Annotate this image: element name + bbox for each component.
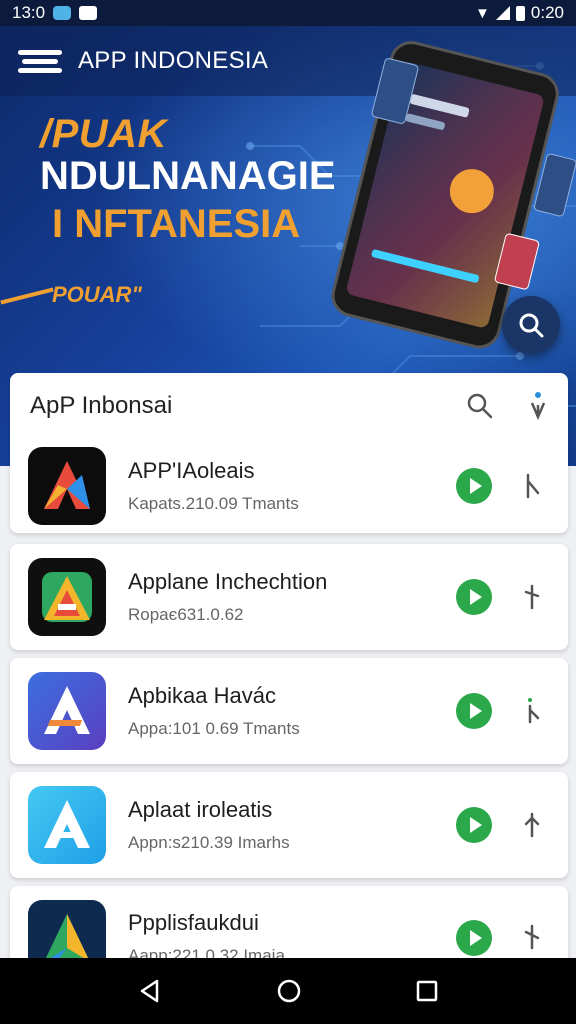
search-icon[interactable] [466, 392, 494, 420]
battery-icon [515, 5, 525, 21]
app-icon [28, 786, 106, 864]
list-title: ApP Inbonsai [30, 392, 173, 419]
system-nav-bar [0, 958, 576, 1024]
list-item[interactable]: Apbikaa Havác Appa:101 0.69 Tmants [10, 658, 568, 764]
app-name: Apbikaa Havác [128, 683, 276, 708]
notification-icon-2 [79, 6, 98, 20]
app-name: APP'IAoleais [128, 458, 255, 483]
search-fab-button[interactable] [502, 296, 560, 354]
play-button[interactable] [456, 693, 492, 729]
play-button[interactable] [456, 920, 492, 956]
status-time-left: 13:0 [12, 3, 46, 22]
more-options-icon[interactable] [522, 582, 542, 612]
list-item[interactable]: Ppplisfaukdui Aapp:221 0.32 Imaia [10, 886, 568, 966]
recents-icon[interactable] [415, 979, 439, 1003]
app-meta: Kapats.210.09 Tmants [128, 494, 299, 513]
hero-line-3: I NFTANESIA [52, 202, 301, 246]
app-list-card: ApP Inbonsai APP'IAoleais Kapats.210.09 … [10, 373, 568, 533]
app-title: APP INDONESIA [78, 47, 269, 74]
search-icon [519, 313, 544, 338]
hero-line-2: NDULNANAGIE [40, 154, 336, 198]
status-bar: 13:0 ▼ 0:20 [0, 0, 576, 26]
app-name: Ppplisfaukdui [128, 910, 259, 935]
list-item-card[interactable]: Apbikaa Havác Appa:101 0.69 Tmants [10, 658, 568, 764]
list-item-card[interactable]: Applane Inchechtion Ropaє631.0.62 [10, 544, 568, 650]
back-icon[interactable] [137, 978, 163, 1004]
status-time-right: 0:20 [530, 3, 564, 22]
app-icon [28, 900, 106, 966]
notification-icon [53, 6, 72, 20]
list-item-card[interactable]: Ppplisfaukdui Aapp:221 0.32 Imaia [10, 886, 568, 966]
more-options-icon[interactable] [522, 922, 542, 952]
app-meta: Appn:s210.39 Imarhs [128, 833, 290, 852]
app-icon [28, 672, 106, 750]
app-icon [28, 447, 106, 525]
app-meta: Ropaє631.0.62 [128, 605, 244, 624]
list-item[interactable]: Applane Inchechtion Ropaє631.0.62 [10, 544, 568, 650]
home-icon[interactable] [276, 978, 302, 1004]
list-header: ApP Inbonsai [10, 373, 568, 439]
list-item[interactable]: APP'IAoleais Kapats.210.09 Tmants [10, 439, 568, 533]
play-button[interactable] [456, 468, 492, 504]
wifi-icon: ▼ [475, 4, 490, 22]
app-meta: Appa:101 0.69 Tmants [128, 719, 300, 738]
app-icon [28, 558, 106, 636]
app-name: Applane Inchechtion [128, 569, 328, 594]
app-logo-icon[interactable] [18, 46, 62, 76]
signal-icon [495, 6, 510, 20]
hero-line-1: /PUAK [40, 112, 167, 156]
filter-icon[interactable] [528, 391, 548, 421]
more-options-icon[interactable] [522, 696, 542, 726]
list-item-card[interactable]: Aplaat iroleatis Appn:s210.39 Imarhs [10, 772, 568, 878]
more-options-icon[interactable] [522, 471, 542, 501]
play-button[interactable] [456, 807, 492, 843]
hero-tag: POUAR" [52, 282, 142, 307]
play-button[interactable] [456, 579, 492, 615]
list-item[interactable]: Aplaat iroleatis Appn:s210.39 Imarhs [10, 772, 568, 878]
more-options-icon[interactable] [522, 810, 542, 840]
app-name: Aplaat iroleatis [128, 797, 273, 822]
